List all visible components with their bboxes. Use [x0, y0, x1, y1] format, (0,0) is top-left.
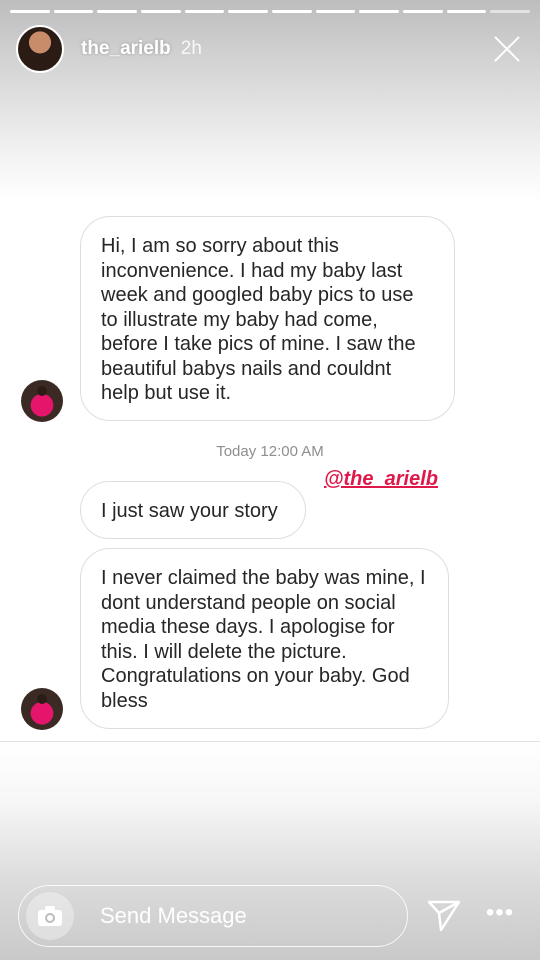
message-text: I never claimed the baby was mine, I don… [101, 567, 426, 712]
sender-avatar [21, 688, 63, 730]
divider [0, 741, 540, 742]
progress-segment [315, 10, 356, 13]
send-message-field[interactable]: Send Message [18, 885, 408, 947]
progress-segment [141, 10, 181, 13]
message-bubble: I just saw your story [80, 481, 306, 539]
story-time: 2h [180, 38, 202, 59]
progress-segment [272, 10, 312, 13]
progress-segment [184, 10, 225, 13]
message-text: I just saw your story [101, 500, 278, 522]
more-icon[interactable]: ••• [480, 901, 520, 927]
message-text: Hi, I am so sorry about this inconvenien… [101, 235, 416, 404]
story-username[interactable]: the_arielb [81, 38, 171, 60]
message-bubble: Hi, I am so sorry about this inconvenien… [80, 216, 455, 421]
progress-segment [359, 10, 400, 13]
story-progress-bar [10, 10, 531, 13]
story-header: the_arielb 2h [16, 24, 524, 74]
progress-segment [403, 10, 443, 13]
mention-sticker[interactable]: @the_arielb [322, 468, 440, 491]
camera-icon[interactable] [26, 892, 74, 940]
sender-avatar [21, 380, 63, 422]
progress-segment-current [490, 10, 531, 13]
profile-avatar[interactable] [16, 25, 64, 73]
progress-segment [97, 10, 138, 13]
message-placeholder: Send Message [100, 903, 247, 928]
message-bubble: I never claimed the baby was mine, I don… [80, 548, 449, 729]
message-composer: Send Message ••• [18, 885, 540, 947]
progress-segment [53, 10, 94, 13]
progress-segment [446, 10, 487, 13]
close-icon[interactable] [492, 34, 522, 64]
send-icon[interactable] [426, 897, 462, 933]
progress-segment [228, 10, 269, 13]
progress-segment [10, 10, 50, 13]
message-timestamp: Today 12:00 AM [216, 443, 324, 460]
